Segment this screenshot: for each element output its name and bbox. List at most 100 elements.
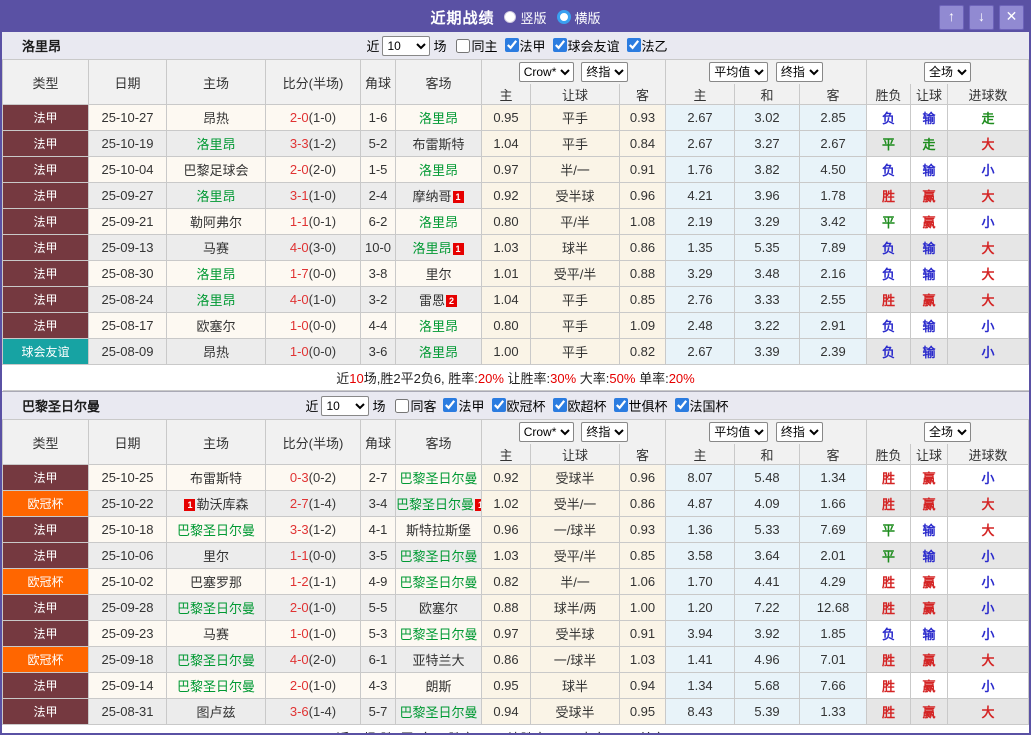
same-venue-checkbox[interactable] xyxy=(395,398,410,413)
half-score: (1-0) xyxy=(308,678,337,693)
league-filter[interactable]: 球会友谊 xyxy=(552,36,620,55)
league-checkbox[interactable] xyxy=(674,398,689,413)
asia-time-select[interactable]: 终指 xyxy=(581,422,629,442)
team-name-text: 巴黎圣日尔曼 xyxy=(399,471,478,486)
team-name-text: 摩纳哥 xyxy=(412,189,452,204)
table-row: 法甲 25-10-19 洛里昂 3-3(1-2) 5-2 布雷斯特 1.04 平手 0.84 2.… xyxy=(2,130,1029,157)
team-name-text: 洛里昂 xyxy=(196,189,236,204)
asia-time-select[interactable]: 终指 xyxy=(581,62,629,82)
league-filter[interactable]: 法乙 xyxy=(626,36,668,55)
table-row: 法甲 25-10-18 巴黎圣日尔曼 3-3(1-2) 4-1 斯特拉斯堡 0.96 一/球半… xyxy=(2,516,1029,543)
euro-time-select[interactable]: 终指 xyxy=(775,62,823,82)
league-filter[interactable]: 法甲 xyxy=(443,396,485,415)
corner-cell: 1-6 xyxy=(360,104,396,131)
euro-draw-odds-cell: 3.33 xyxy=(734,286,801,313)
euro-company-select[interactable]: 平均值 xyxy=(709,422,769,442)
away-team-cell: 斯特拉斯堡 xyxy=(395,516,482,543)
result-handicap-cell: 输 xyxy=(910,104,949,131)
euro-time-select[interactable]: 终指 xyxy=(775,422,823,442)
euro-home-odds-cell: 1.34 xyxy=(665,672,736,699)
recent-results-window: 近期战绩 竖版 横版 ↑ ↓ ✕ 洛里昂 近 10 场 同主 法甲 球会友谊 法… xyxy=(0,0,1031,735)
recent-count-select[interactable]: 10 xyxy=(321,395,370,416)
col-winloss: 胜负 xyxy=(866,444,912,465)
team-name-text: 洛里昂 xyxy=(412,241,452,256)
league-checkbox[interactable] xyxy=(443,398,458,413)
home-team-cell: 1 勒沃库森 xyxy=(166,490,266,517)
asia-handicap-cell: 一/球半 xyxy=(530,516,620,543)
euro-draw-odds-cell: 3.02 xyxy=(734,104,801,131)
score-cell: 1-7(0-0) xyxy=(265,260,361,287)
result-winloss-cell: 负 xyxy=(866,312,912,339)
asia-away-odds-cell: 0.93 xyxy=(618,104,667,131)
period-select[interactable]: 全场 xyxy=(924,62,972,82)
asia-home-odds-cell: 0.80 xyxy=(481,312,531,339)
euro-away-odds-cell: 2.85 xyxy=(799,104,868,131)
league-checkbox[interactable] xyxy=(491,398,506,413)
league-checkbox[interactable] xyxy=(504,38,519,53)
score-cell: 4-0(1-0) xyxy=(265,286,361,313)
col-score: 比分(半场) xyxy=(265,59,361,105)
league-filter[interactable]: 法国杯 xyxy=(674,396,729,415)
corner-cell: 5-3 xyxy=(360,620,396,647)
result-goals-cell: 小 xyxy=(947,312,1029,339)
recent-count-select[interactable]: 10 xyxy=(382,35,431,56)
col-euro-home: 主 xyxy=(665,444,736,465)
league-filter[interactable]: 法甲 xyxy=(504,36,546,55)
table-row: 欧冠杯25-10-221勒沃库森2-7(1-4)3-4巴黎圣日尔曼11.02受半… xyxy=(2,490,1029,517)
table-row: 法甲 25-08-24 洛里昂 4-0(1-0) 3-2 雷恩 2 1.04 平手 0.85 2.7… xyxy=(2,286,1029,313)
euro-away-odds-cell: 1.78 xyxy=(799,182,868,209)
league-checkbox[interactable] xyxy=(613,398,628,413)
close-button[interactable]: ✕ xyxy=(999,5,1024,30)
league-checkbox[interactable] xyxy=(626,38,641,53)
asia-away-odds-cell: 0.95 xyxy=(618,698,667,725)
league-checkbox[interactable] xyxy=(552,38,567,53)
col-asia-away: 客 xyxy=(618,444,667,465)
period-select[interactable]: 全场 xyxy=(924,422,972,442)
euro-draw-odds-cell: 5.33 xyxy=(734,516,801,543)
half-score: (0-0) xyxy=(308,266,337,281)
league-filter[interactable]: 欧超杯 xyxy=(552,396,607,415)
same-venue-filter[interactable]: 同客 xyxy=(395,396,436,415)
rank-badge: 1 xyxy=(452,243,464,255)
euro-away-odds-cell: 2.01 xyxy=(799,542,868,569)
full-score: 2-0 xyxy=(289,162,309,177)
team-name-text: 昂热 xyxy=(202,111,229,126)
col-handicap-result: 让球 xyxy=(910,444,949,465)
layout-horizontal-radio[interactable]: 横版 xyxy=(556,8,601,27)
result-winloss-cell: 平 xyxy=(866,516,912,543)
asia-handicap-cell: 平手 xyxy=(530,286,620,313)
team-name-text: 洛里昂 xyxy=(418,319,458,334)
team-name-text: 巴黎圣日尔曼 xyxy=(399,627,478,642)
euro-away-odds-cell: 1.34 xyxy=(799,464,868,491)
layout-vertical-radio[interactable]: 竖版 xyxy=(504,8,547,27)
euro-draw-odds-cell: 3.22 xyxy=(734,312,801,339)
asia-company-select[interactable]: Crow* xyxy=(518,422,574,442)
summary-segment: 30% xyxy=(550,371,577,386)
asia-handicap-cell: 受球半 xyxy=(530,464,620,491)
asia-home-odds-cell: 0.82 xyxy=(481,568,531,595)
euro-away-odds-cell: 2.91 xyxy=(799,312,868,339)
result-winloss-cell: 胜 xyxy=(866,464,912,491)
scroll-up-button[interactable]: ↑ xyxy=(939,5,964,30)
same-venue-filter[interactable]: 同主 xyxy=(456,36,498,55)
euro-company-select[interactable]: 平均值 xyxy=(709,62,769,82)
asia-company-select[interactable]: Crow* xyxy=(518,62,574,82)
asia-home-odds-cell: 1.04 xyxy=(481,286,531,313)
result-goals-cell: 小 xyxy=(947,620,1029,647)
rank-badge: 1 xyxy=(184,499,196,511)
result-goals-cell: 大 xyxy=(947,516,1029,543)
team-name-text: 图卢兹 xyxy=(196,705,236,720)
result-goals-cell: 小 xyxy=(947,156,1029,183)
league-filter[interactable]: 欧冠杯 xyxy=(491,396,546,415)
result-winloss-cell: 负 xyxy=(866,260,912,287)
result-goals-cell: 小 xyxy=(947,542,1029,569)
same-venue-checkbox[interactable] xyxy=(456,38,471,53)
scroll-down-button[interactable]: ↓ xyxy=(969,5,994,30)
asia-handicap-cell: 球半 xyxy=(530,234,620,261)
full-score: 1-7 xyxy=(289,266,309,281)
match-type-cell: 球会友谊 xyxy=(2,338,89,365)
league-filter[interactable]: 世俱杯 xyxy=(613,396,668,415)
match-type-cell: 法甲 xyxy=(2,260,89,287)
table-row: 球会友谊 25-08-09 昂热 1-0(0-0) 3-6 洛里昂 1.00 平手 0.82 2.… xyxy=(2,338,1029,365)
league-checkbox[interactable] xyxy=(552,398,567,413)
